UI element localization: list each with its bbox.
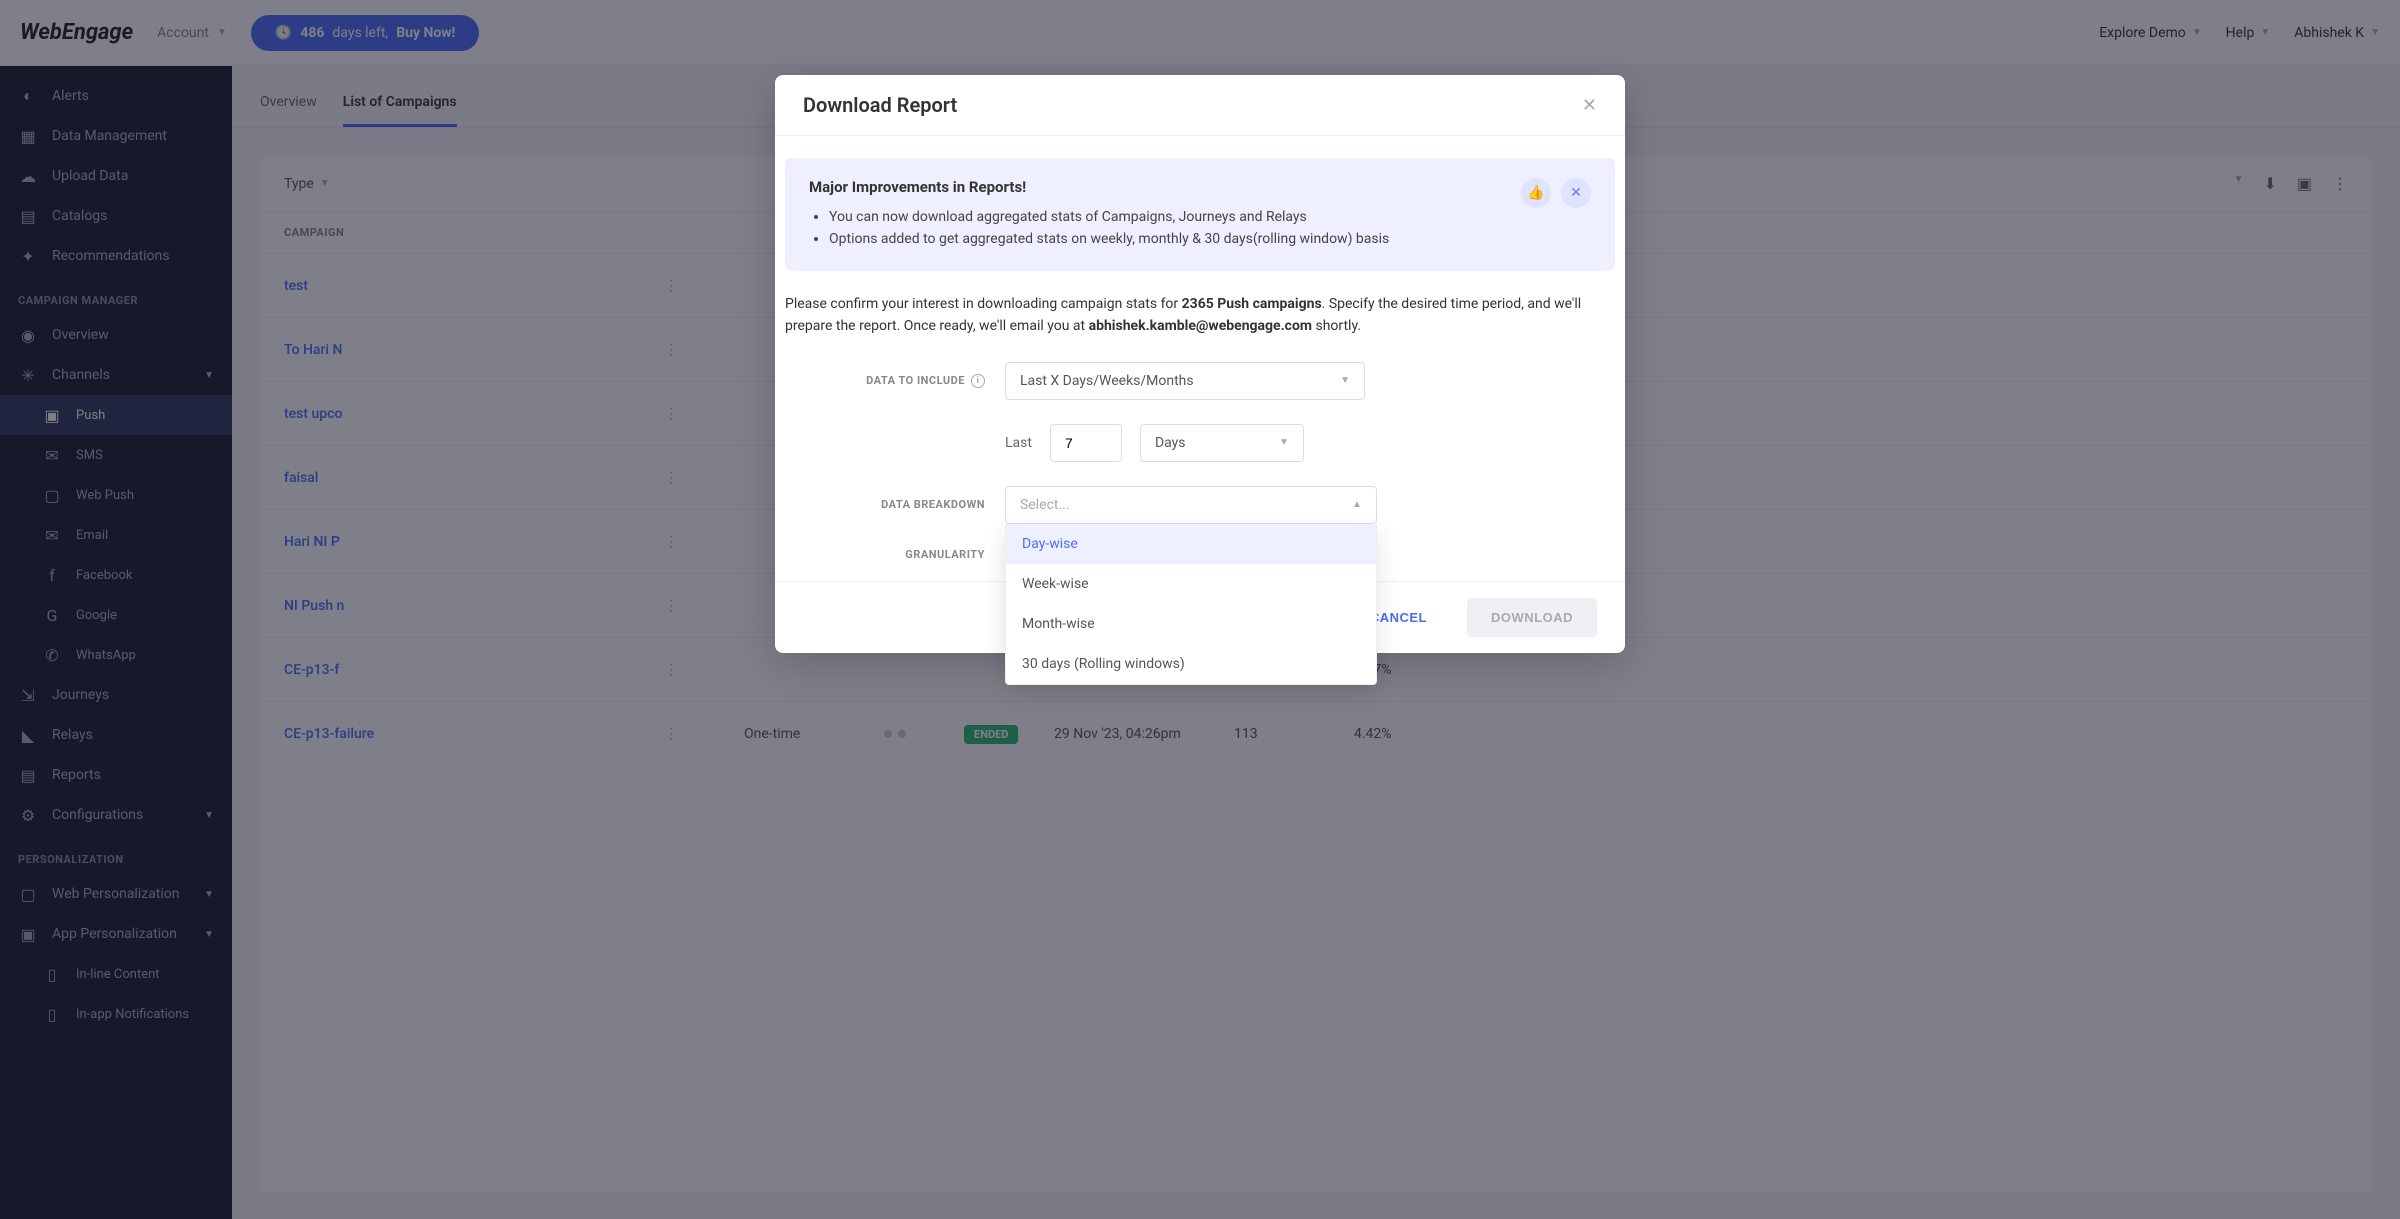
last-label: Last — [1005, 435, 1032, 451]
info-icon[interactable]: i — [971, 374, 985, 388]
chevron-down-icon: ▼ — [1340, 375, 1350, 386]
modal-overlay[interactable]: Download Report ✕ Major Improvements in … — [0, 0, 2400, 1219]
download-button[interactable]: DOWNLOAD — [1467, 598, 1597, 637]
download-report-modal: Download Report ✕ Major Improvements in … — [775, 75, 1625, 653]
chevron-up-icon: ▲ — [1352, 499, 1362, 510]
dropdown-option[interactable]: Day-wise — [1006, 524, 1376, 564]
info-box: Major Improvements in Reports! You can n… — [785, 158, 1615, 271]
modal-title: Download Report — [803, 93, 957, 117]
last-value-input[interactable] — [1050, 424, 1122, 462]
data-breakdown-select[interactable]: Select... ▲ — [1005, 486, 1377, 524]
dismiss-info-button[interactable]: ✕ — [1561, 178, 1591, 208]
close-icon[interactable]: ✕ — [1582, 95, 1597, 116]
label-data-breakdown: DATA BREAKDOWN — [785, 498, 985, 511]
chevron-down-icon: ▼ — [1279, 437, 1289, 448]
info-title: Major Improvements in Reports! — [809, 178, 1503, 196]
dropdown-option[interactable]: Week-wise — [1006, 564, 1376, 604]
modal-description: Please confirm your interest in download… — [785, 293, 1615, 338]
dropdown-option[interactable]: 30 days (Rolling windows) — [1006, 644, 1376, 684]
info-list-item: Options added to get aggregated stats on… — [829, 228, 1503, 250]
label-granularity: GRANULARITY — [785, 548, 985, 561]
thumbs-up-button[interactable]: 👍 — [1521, 178, 1551, 208]
breakdown-dropdown-menu: Day-wiseWeek-wiseMonth-wise30 days (Roll… — [1005, 524, 1377, 685]
last-unit-select[interactable]: Days ▼ — [1140, 424, 1304, 462]
info-list-item: You can now download aggregated stats of… — [829, 206, 1503, 228]
dropdown-option[interactable]: Month-wise — [1006, 604, 1376, 644]
label-data-include: DATA TO INCLUDE i — [785, 374, 985, 388]
data-include-select[interactable]: Last X Days/Weeks/Months ▼ — [1005, 362, 1365, 400]
